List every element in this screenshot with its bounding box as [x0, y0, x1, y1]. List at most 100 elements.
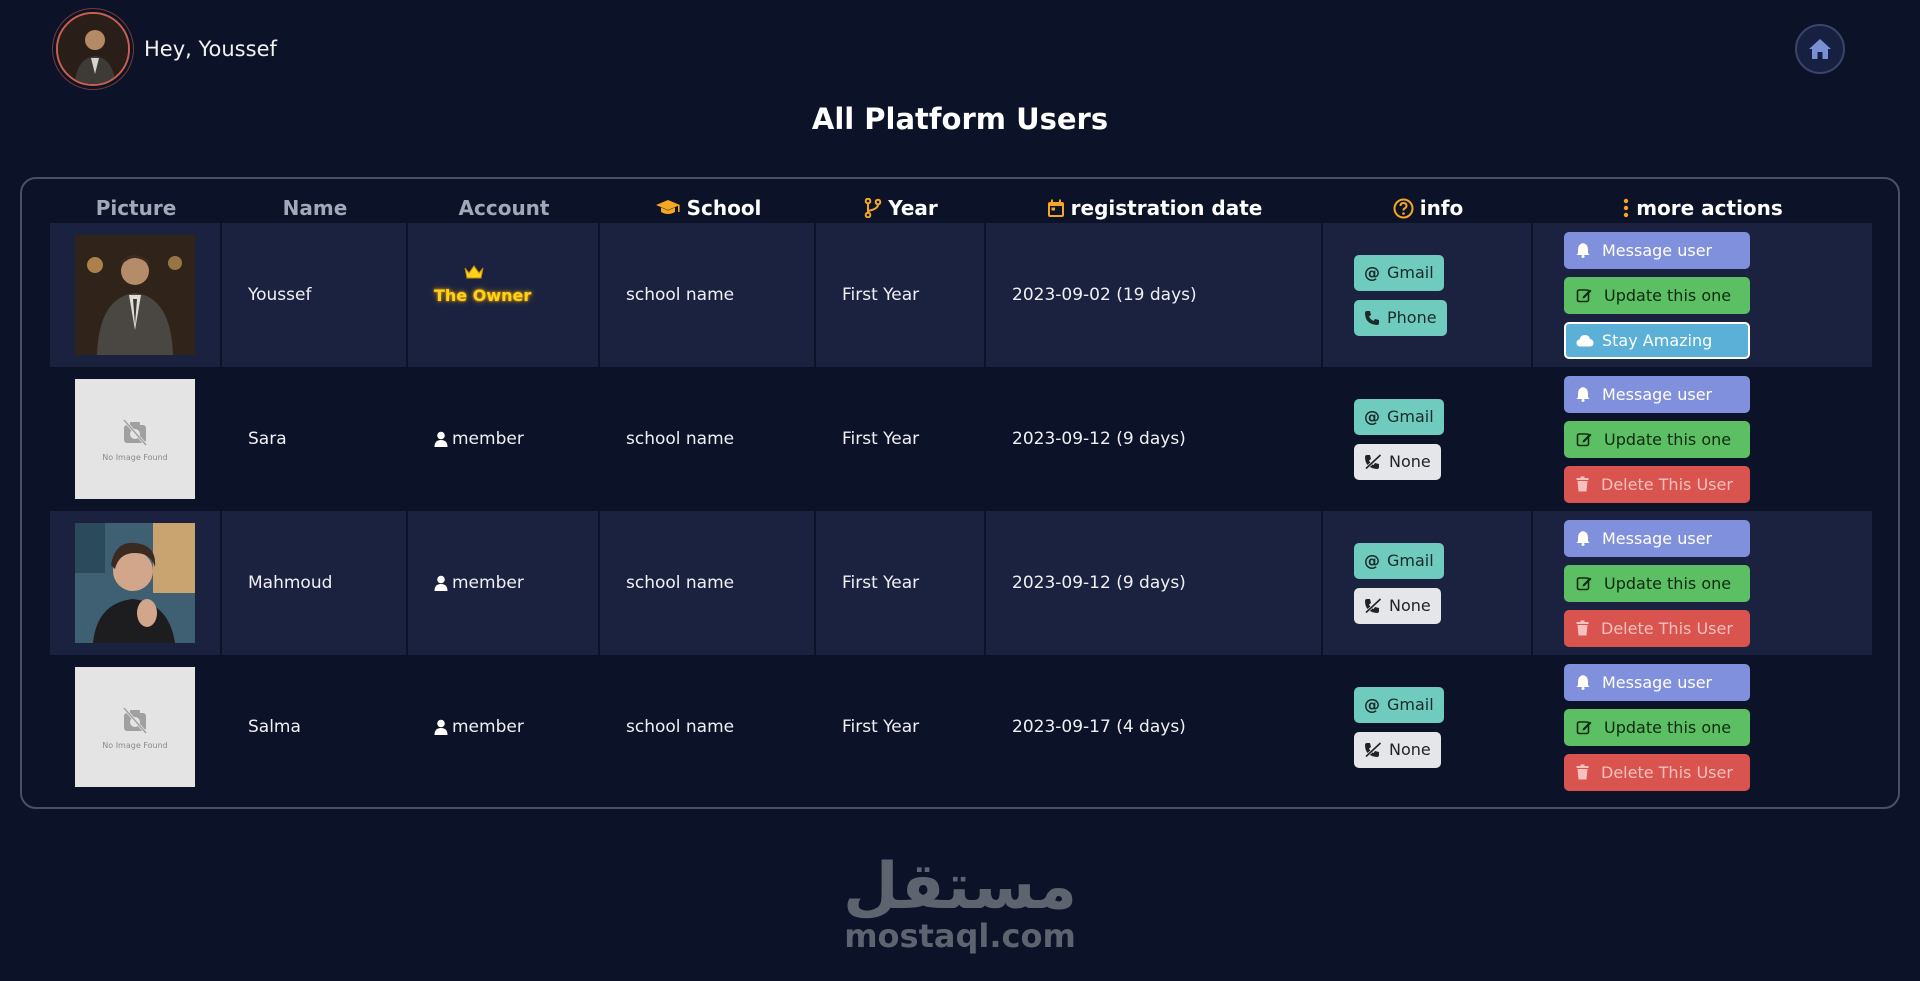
cloud-icon [1576, 334, 1594, 346]
home-icon [1809, 39, 1831, 59]
at-icon: @ [1364, 263, 1380, 282]
no-phone-label: None [1389, 596, 1431, 615]
phone-slash-icon [1364, 453, 1382, 470]
phone-icon [1365, 310, 1379, 325]
table-row: No Image Found Salma member school name … [50, 655, 1872, 799]
delete-user-label: Delete This User [1601, 618, 1733, 638]
phone-slash-icon [1364, 741, 1382, 758]
delete-user-button[interactable]: Delete This User [1564, 609, 1750, 647]
header-registration-label: registration date [1070, 196, 1263, 220]
header-picture-label: Picture [95, 196, 177, 220]
account-cell: member [408, 655, 600, 799]
registration-date-cell: 2023-09-02 (19 days) [986, 223, 1323, 367]
actions-cell: Message user Update this one Stay Amazin… [1533, 223, 1872, 367]
gmail-label: Gmail [1387, 407, 1434, 426]
owner-label: The Owner [434, 285, 532, 305]
no-phone-button[interactable]: None [1354, 443, 1441, 480]
member-badge: member [434, 429, 524, 449]
avatar[interactable] [56, 12, 130, 86]
home-button[interactable] [1795, 24, 1845, 74]
header-info: info [1323, 193, 1533, 223]
actions-cell: Message user Update this one Delete This… [1533, 367, 1872, 511]
name-cell: Youssef [222, 223, 408, 367]
gmail-button[interactable]: @ Gmail [1354, 542, 1444, 579]
header-more-actions: more actions [1533, 193, 1872, 223]
edit-icon [1576, 433, 1592, 447]
user-icon [434, 431, 448, 447]
info-cell: @ Gmail Phone [1323, 223, 1533, 367]
table-row: Mahmoud member school name First Year 20… [50, 511, 1872, 655]
user-photo [75, 523, 195, 643]
message-user-label: Message user [1602, 384, 1713, 404]
phone-button[interactable]: Phone [1354, 299, 1447, 336]
gmail-button[interactable]: @ Gmail [1354, 398, 1444, 435]
update-user-label: Update this one [1604, 285, 1732, 305]
bell-icon [1576, 675, 1590, 690]
picture-cell [50, 511, 222, 655]
edit-icon [1576, 577, 1592, 591]
header-account: Account [408, 193, 600, 223]
gmail-label: Gmail [1387, 551, 1434, 570]
user-icon [434, 575, 448, 591]
at-icon: @ [1364, 551, 1380, 570]
header-year: Year [816, 193, 986, 223]
bell-icon [1576, 531, 1590, 546]
gmail-label: Gmail [1387, 695, 1434, 714]
registration-date-cell: 2023-09-12 (9 days) [986, 367, 1323, 511]
avatar-portrait [58, 14, 128, 84]
bell-icon [1576, 243, 1590, 258]
trash-icon [1576, 764, 1589, 780]
registration-date-cell: 2023-09-12 (9 days) [986, 511, 1323, 655]
member-label: member [452, 573, 524, 593]
table-row: Youssef The Owner school name First Year… [50, 223, 1872, 367]
actions-cell: Message user Update this one Delete This… [1533, 655, 1872, 799]
gmail-button[interactable]: @ Gmail [1354, 686, 1444, 723]
update-user-button[interactable]: Update this one [1564, 564, 1750, 602]
page-title: All Platform Users [811, 102, 1109, 136]
update-user-button[interactable]: Update this one [1564, 420, 1750, 458]
school-cell: school name [600, 655, 816, 799]
header-account-label: Account [458, 196, 550, 220]
member-badge: member [434, 573, 524, 593]
name-cell: Salma [222, 655, 408, 799]
edit-icon [1576, 721, 1592, 735]
gmail-label: Gmail [1387, 263, 1434, 282]
name-cell: Mahmoud [222, 511, 408, 655]
gmail-button[interactable]: @ Gmail [1354, 254, 1444, 291]
table-row: No Image Found Sara member school name F… [50, 367, 1872, 511]
message-user-button[interactable]: Message user [1564, 519, 1750, 557]
update-user-label: Update this one [1604, 717, 1732, 737]
message-user-label: Message user [1602, 240, 1713, 260]
school-cell: school name [600, 367, 816, 511]
delete-user-button[interactable]: Delete This User [1564, 465, 1750, 503]
phone-label: Phone [1387, 308, 1437, 327]
header-name-label: Name [282, 196, 348, 220]
info-cell: @ Gmail None [1323, 511, 1533, 655]
header-year-label: Year [888, 196, 938, 220]
code-branch-icon [864, 198, 882, 218]
delete-user-button[interactable]: Delete This User [1564, 753, 1750, 791]
no-phone-label: None [1389, 452, 1431, 471]
update-user-button[interactable]: Update this one [1564, 276, 1750, 314]
update-user-label: Update this one [1604, 429, 1732, 449]
user-icon [434, 719, 448, 735]
delete-user-label: Delete This User [1601, 474, 1733, 494]
crown-icon [464, 264, 484, 278]
user-portrait [75, 523, 195, 643]
message-user-button[interactable]: Message user [1564, 375, 1750, 413]
table-body: Youssef The Owner school name First Year… [50, 223, 1872, 799]
actions-cell: Message user Update this one Delete This… [1533, 511, 1872, 655]
member-label: member [452, 429, 524, 449]
account-cell: member [408, 367, 600, 511]
update-user-button[interactable]: Update this one [1564, 708, 1750, 746]
no-phone-label: None [1389, 740, 1431, 759]
stay-amazing-label: Stay Amazing [1602, 330, 1713, 350]
message-user-label: Message user [1602, 672, 1713, 692]
no-phone-button[interactable]: None [1354, 587, 1441, 624]
year-cell: First Year [816, 655, 986, 799]
message-user-button[interactable]: Message user [1564, 231, 1750, 269]
no-phone-button[interactable]: None [1354, 731, 1441, 768]
stay-amazing-button[interactable]: Stay Amazing [1564, 321, 1750, 359]
message-user-button[interactable]: Message user [1564, 663, 1750, 701]
no-image-icon [122, 706, 148, 734]
